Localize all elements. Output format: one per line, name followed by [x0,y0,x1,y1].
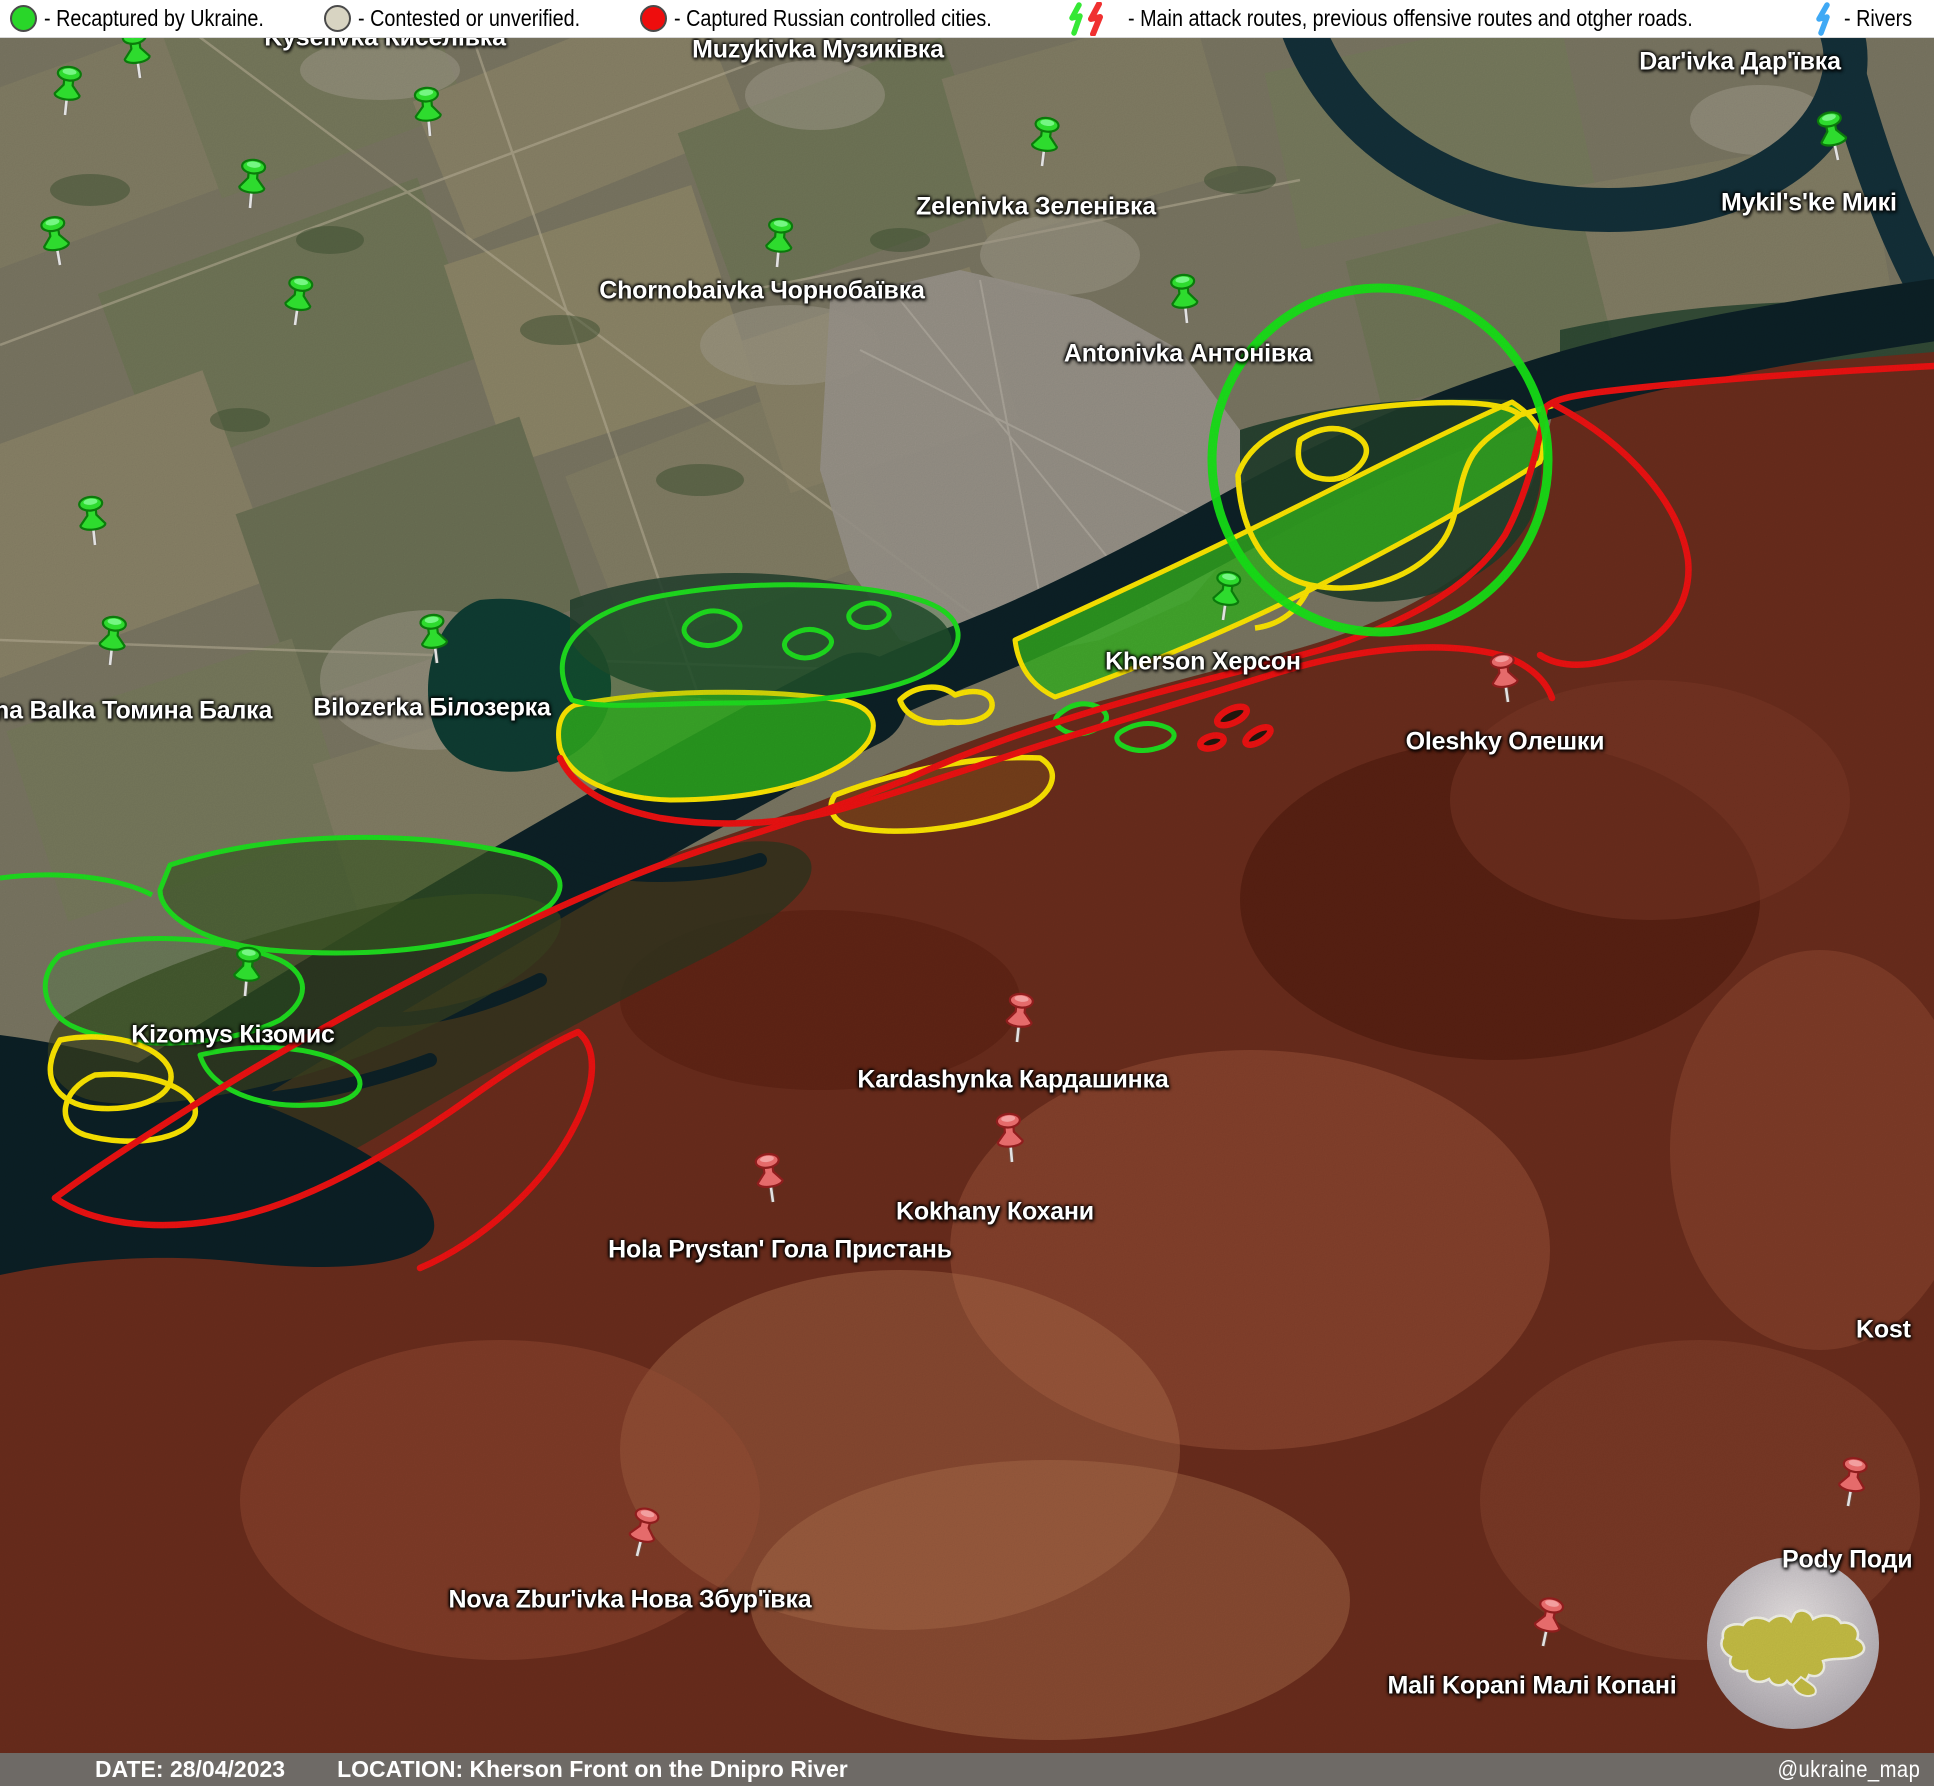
rivers-icon [1809,2,1837,36]
legend-item-captured: - Captured Russian controlled cities. [640,5,1043,32]
legend-item-attack-routes: - Main attack routes, previous offensive… [1067,2,1785,36]
map-screenshot: Kyselivka КиселівкаMuzykivka МузиківкаDa… [0,0,1934,1786]
twitter-handle: @ukraine_map [1777,1756,1920,1783]
date-label: DATE: 28/04/2023 [95,1756,285,1783]
legend-label: - Rivers [1844,5,1912,32]
recaptured-dot-icon [10,5,37,32]
legend-item-rivers: - Rivers [1809,2,1923,36]
captured-dot-icon [640,5,667,32]
legend-bar: - Recaptured by Ukraine. - Contested or u… [0,0,1934,38]
legend-label: - Recaptured by Ukraine. [44,5,264,32]
location-label: LOCATION: Kherson Front on the Dnipro Ri… [337,1756,848,1783]
legend-label: - Captured Russian controlled cities. [674,5,992,32]
map-canvas [0,0,1934,1786]
legend-label: - Contested or unverified. [358,5,580,32]
footer-bar: DATE: 28/04/2023 LOCATION: Kherson Front… [0,1753,1934,1786]
contested-dot-icon [324,5,351,32]
legend-label: - Main attack routes, previous offensive… [1128,5,1693,32]
legend-item-recaptured: - Recaptured by Ukraine. [10,5,300,32]
grain-texture [0,0,1934,1786]
legend-item-contested: - Contested or unverified. [324,5,616,32]
attack-routes-icon [1067,2,1121,36]
